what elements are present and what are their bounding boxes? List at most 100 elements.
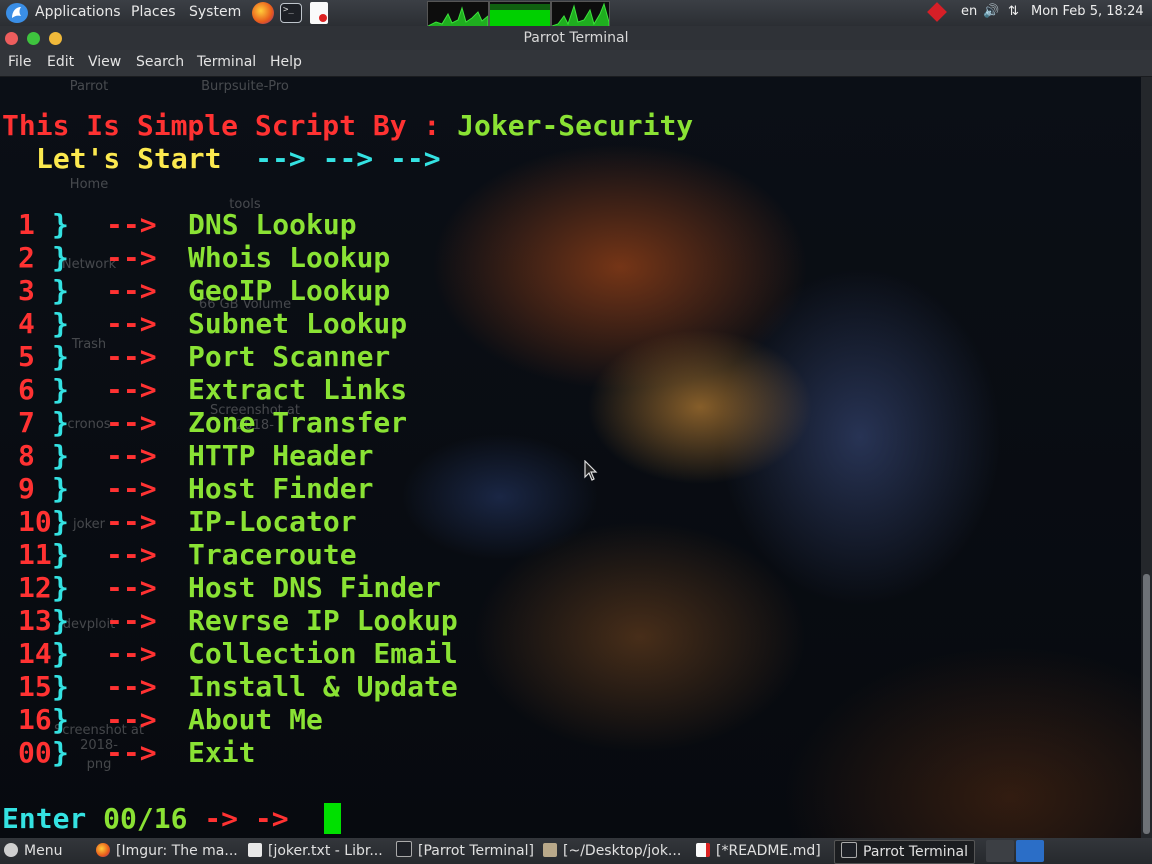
taskbar-item-terminal-1[interactable]: [Parrot Terminal]	[396, 840, 534, 862]
menu-option-label: Traceroute	[188, 538, 357, 571]
taskbar-item-libreoffice[interactable]: [joker.txt - Libr...	[248, 840, 383, 862]
scrollbar-thumb[interactable]	[1143, 574, 1150, 834]
workspace-1[interactable]	[986, 840, 1014, 862]
taskbar-item-editor[interactable]: [*README.md]	[696, 840, 821, 862]
footprint-menu-icon	[4, 843, 18, 857]
desktop-icon-label: Trash	[71, 337, 107, 352]
system-menu[interactable]: System	[189, 4, 241, 20]
menu-terminal[interactable]: Terminal	[197, 54, 256, 70]
menu-option-arrow: -->	[106, 670, 157, 703]
menu-option-brace: }	[52, 208, 69, 241]
prompt-arrows: -> ->	[187, 802, 306, 835]
menu-option-number: 12	[18, 571, 52, 604]
applications-menu[interactable]: Applications	[35, 4, 121, 20]
menu-option-label: Extract Links	[188, 373, 408, 406]
menu-search[interactable]: Search	[136, 54, 184, 70]
menu-option-brace: }	[52, 604, 69, 637]
desktop-icon-parrot: Parrot	[34, 79, 144, 94]
menu-option-number: 11	[18, 538, 52, 571]
network-icon[interactable]	[927, 2, 947, 22]
menu-option-number: 2	[18, 241, 35, 274]
menu-option-brace: }	[52, 736, 69, 769]
terminal-scrollbar[interactable]	[1141, 77, 1152, 838]
menu-option-label: Collection Email	[188, 637, 458, 670]
taskbar-item-firefox[interactable]: [Imgur: The ma...	[96, 840, 238, 862]
parrot-logo-icon[interactable]	[6, 3, 28, 23]
mouse-pointer-icon	[584, 460, 598, 481]
start-line: Let's Start --> --> -->	[36, 142, 441, 175]
clock[interactable]: Mon Feb 5, 18:24	[1031, 4, 1144, 19]
cpu-monitor-graph[interactable]	[427, 1, 489, 27]
desktop-icon-label: Home	[69, 177, 109, 192]
menu-option-label: DNS Lookup	[188, 208, 357, 241]
menu-option-label: Zone Transfer	[188, 406, 408, 439]
task-label: [Imgur: The ma...	[116, 843, 238, 859]
prompt-label: Enter	[2, 802, 104, 835]
folder-icon	[543, 843, 557, 857]
menu-option-number: 14	[18, 637, 52, 670]
taskbar-item-terminal-active[interactable]: Parrot Terminal	[834, 840, 976, 864]
desktop-icon-label: cronos	[67, 417, 111, 432]
text-editor-icon[interactable]	[310, 2, 328, 24]
desktop-icon-label: Burpsuite-Pro	[201, 79, 289, 94]
terminal-icon[interactable]: >_	[280, 3, 302, 23]
menu-option-arrow: -->	[106, 703, 157, 736]
menu-option-label: GeoIP Lookup	[188, 274, 391, 307]
input-prompt: Enter 00/16 -> ->	[2, 802, 305, 835]
terminal-output[interactable]: Parrot Burpsuite-Pro Home tools Network …	[0, 77, 1141, 838]
memory-monitor-graph[interactable]	[489, 1, 551, 27]
firefox-icon[interactable]	[252, 2, 274, 24]
menu-option-label: Port Scanner	[188, 340, 391, 373]
menu-option-label: Subnet Lookup	[188, 307, 408, 340]
menu-view[interactable]: View	[88, 54, 121, 70]
menu-option-arrow: -->	[106, 373, 157, 406]
menu-option-brace: }	[52, 373, 69, 406]
menu-option-label: About Me	[188, 703, 323, 736]
text-cursor[interactable]	[324, 803, 341, 834]
network-transfer-icon[interactable]: ⇅	[1008, 4, 1019, 19]
menu-help[interactable]: Help	[270, 54, 302, 70]
places-menu[interactable]: Places	[131, 4, 176, 20]
menu-option-brace: }	[52, 703, 69, 736]
text-editor-icon	[696, 843, 710, 857]
menu-option-number: 3	[18, 274, 35, 307]
menu-option-number: 10	[18, 505, 52, 538]
workspace-2[interactable]	[1016, 840, 1044, 862]
network-monitor-graph[interactable]	[551, 1, 610, 27]
menu-option-arrow: -->	[106, 274, 157, 307]
terminal-menubar: File Edit View Search Terminal Help	[0, 50, 1152, 77]
menu-option-label: Exit	[188, 736, 256, 769]
window-titlebar[interactable]: Parrot Terminal	[0, 26, 1152, 50]
keyboard-layout-indicator[interactable]: en	[961, 4, 977, 19]
start-text: Let's Start	[36, 142, 222, 175]
banner-text: This Is Simple Script By :	[2, 109, 458, 142]
taskbar-item-file-manager[interactable]: [~/Desktop/jok...	[543, 840, 681, 862]
desktop-icon-label: Parrot	[69, 79, 109, 94]
task-label: [*README.md]	[716, 843, 821, 859]
volume-icon[interactable]: 🔊	[983, 4, 999, 19]
task-label: Parrot Terminal	[863, 844, 969, 860]
menu-option-number: 5	[18, 340, 35, 373]
menu-option-brace: }	[52, 472, 69, 505]
start-menu-button[interactable]: Menu	[4, 840, 62, 862]
menu-edit[interactable]: Edit	[47, 54, 74, 70]
firefox-icon	[96, 843, 110, 857]
terminal-icon	[396, 841, 412, 857]
menu-option-number: 6	[18, 373, 35, 406]
menu-file[interactable]: File	[8, 54, 31, 70]
menu-option-number: 4	[18, 307, 35, 340]
menu-option-arrow: -->	[106, 241, 157, 274]
menu-option-arrow: -->	[106, 439, 157, 472]
menu-option-number: 1	[18, 208, 35, 241]
desktop-icon-home: Home	[34, 177, 144, 192]
menu-option-arrow: -->	[106, 472, 157, 505]
menu-option-brace: }	[52, 571, 69, 604]
task-label: [~/Desktop/jok...	[563, 843, 682, 859]
menu-option-brace: }	[52, 340, 69, 373]
menu-option-arrow: -->	[106, 538, 157, 571]
menu-option-number: 13	[18, 604, 52, 637]
menu-option-arrow: -->	[106, 505, 157, 538]
menu-option-brace: }	[52, 241, 69, 274]
menu-option-brace: }	[52, 637, 69, 670]
menu-option-arrow: -->	[106, 604, 157, 637]
